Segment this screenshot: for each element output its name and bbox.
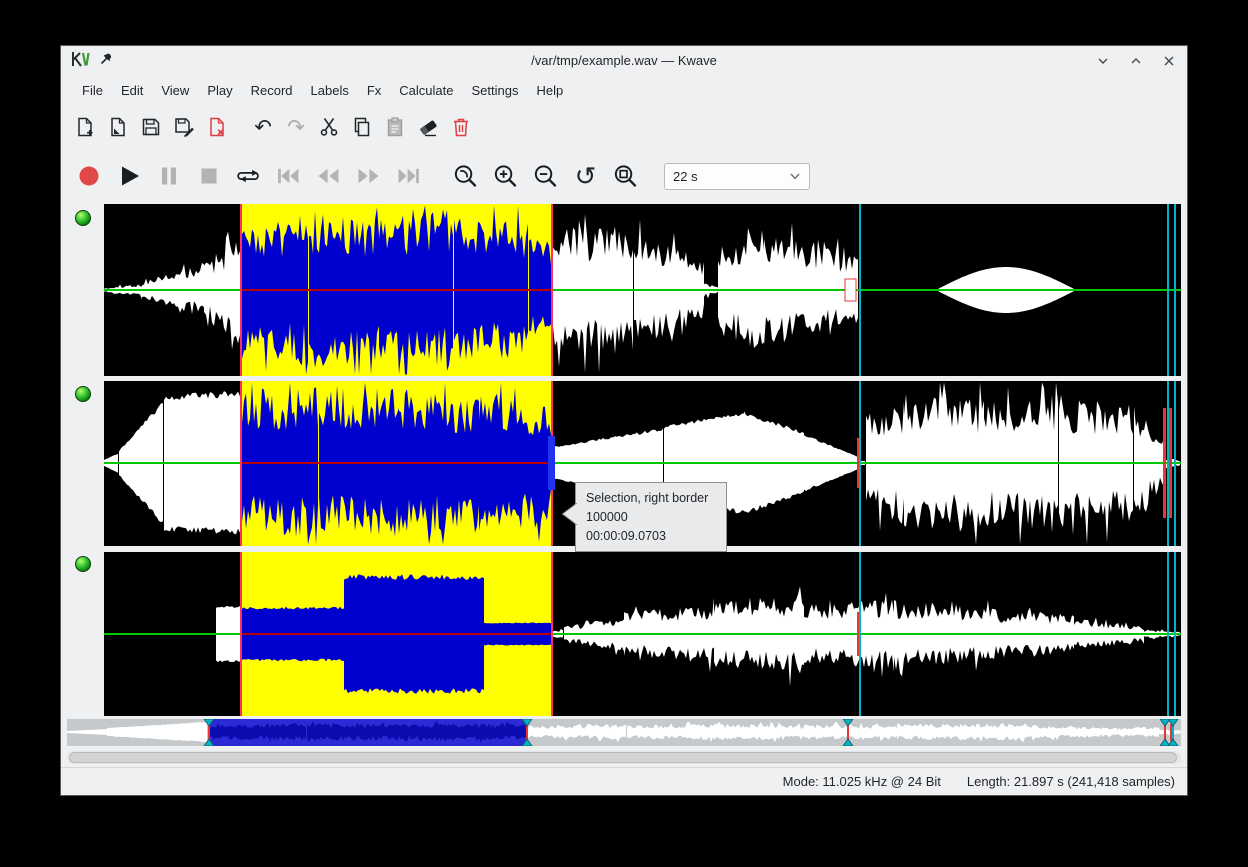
save-as-button[interactable] [172,115,196,139]
signal-overview[interactable] [67,719,1181,746]
menu-labels[interactable]: Labels [302,79,358,102]
new-document-icon [73,115,97,139]
stop-icon [196,163,222,189]
menu-fx[interactable]: Fx [358,79,390,102]
rewind-button[interactable] [315,163,342,190]
close-document-icon [205,115,229,139]
paste-button[interactable] [383,115,407,139]
record-button[interactable] [75,163,102,190]
selection-tooltip: Selection, right border 100000 00:00:09.… [575,482,727,552]
zoom-revert-icon: ↺ [575,163,597,189]
trash-icon [449,115,473,139]
redo-button[interactable]: ↷ [284,115,308,139]
redo-icon: ↷ [287,117,305,138]
loop-button[interactable] [235,163,262,190]
seek-end-button[interactable] [395,163,422,190]
kwave-window: /var/tmp/example.wav — Kwave File Edit V… [60,45,1188,796]
playback-toolbar: ↺ 22 s [61,150,1187,202]
status-mode: Mode: 11.025 kHz @ 24 Bit [783,774,941,789]
save-button[interactable] [139,115,163,139]
new-file-button[interactable] [73,115,97,139]
status-length: Length: 21.897 s (241,418 samples) [967,774,1175,789]
zoom-out-icon [532,162,559,190]
track3-waveform[interactable] [104,552,1181,716]
menu-view[interactable]: View [152,79,198,102]
chevron-down-icon [789,170,801,182]
menu-help[interactable]: Help [527,79,572,102]
zoom-all-icon [612,162,639,190]
undo-icon: ↶ [254,117,272,138]
track1-enable-led[interactable] [75,210,91,226]
scrollbar-thumb[interactable] [69,752,1177,763]
maximize-icon[interactable] [1130,55,1142,67]
tooltip-time: 00:00:09.0703 [586,527,716,546]
eraser-button[interactable] [416,115,440,139]
undo-button[interactable]: ↶ [251,115,275,139]
copy-button[interactable] [350,115,374,139]
zoom-duration-select[interactable]: 22 s [664,163,810,190]
menu-edit[interactable]: Edit [112,79,152,102]
tooltip-title: Selection, right border [586,489,716,508]
scissors-icon [317,115,341,139]
pause-button[interactable] [155,163,182,190]
stop-button[interactable] [195,163,222,190]
rewind-icon [315,163,342,189]
tooltip-arrow [562,503,577,531]
skip-forward-icon [395,163,422,189]
record-icon [76,163,102,189]
zoom-out-button[interactable] [532,163,559,190]
play-button[interactable] [115,163,142,190]
play-icon [116,163,142,189]
zoom-in-icon [492,162,519,190]
menu-play[interactable]: Play [198,79,241,102]
statusbar: Mode: 11.025 kHz @ 24 Bit Length: 21.897… [61,767,1187,795]
file-toolbar: ↶ ↷ [61,104,1187,150]
window-title: /var/tmp/example.wav — Kwave [61,46,1187,76]
pause-icon [156,163,182,189]
loop-icon [235,163,262,189]
copy-icon [350,115,374,139]
zoom-revert-button[interactable]: ↺ [572,163,599,190]
fast-forward-icon [355,163,382,189]
seek-start-button[interactable] [275,163,302,190]
menu-record[interactable]: Record [242,79,302,102]
paste-icon [383,115,407,139]
save-icon [139,115,163,139]
tooltip-sample: 100000 [586,508,716,527]
horizontal-scrollbar[interactable] [67,751,1181,764]
eraser-icon [416,115,440,139]
skip-backward-icon [275,163,302,189]
track1-waveform[interactable] [104,204,1181,376]
save-as-icon [172,115,196,139]
zoom-in-button[interactable] [492,163,519,190]
delete-button[interactable] [449,115,473,139]
zoom-selection-icon [452,162,479,190]
desktop-background: /var/tmp/example.wav — Kwave File Edit V… [0,0,1248,867]
close-file-button[interactable] [205,115,229,139]
zoom-selection-button[interactable] [452,163,479,190]
menu-file[interactable]: File [73,79,112,102]
track3-enable-led[interactable] [75,556,91,572]
menubar: File Edit View Play Record Labels Fx Cal… [61,76,1187,104]
cut-button[interactable] [317,115,341,139]
forward-button[interactable] [355,163,382,190]
menu-calculate[interactable]: Calculate [390,79,462,102]
zoom-all-button[interactable] [612,163,639,190]
open-document-icon [106,115,130,139]
minimize-icon[interactable] [1097,55,1109,67]
track2-enable-led[interactable] [75,386,91,402]
menu-settings[interactable]: Settings [463,79,528,102]
titlebar[interactable]: /var/tmp/example.wav — Kwave [61,46,1187,76]
close-icon[interactable] [1163,55,1175,67]
zoom-duration-value: 22 s [673,169,789,184]
open-file-button[interactable] [106,115,130,139]
